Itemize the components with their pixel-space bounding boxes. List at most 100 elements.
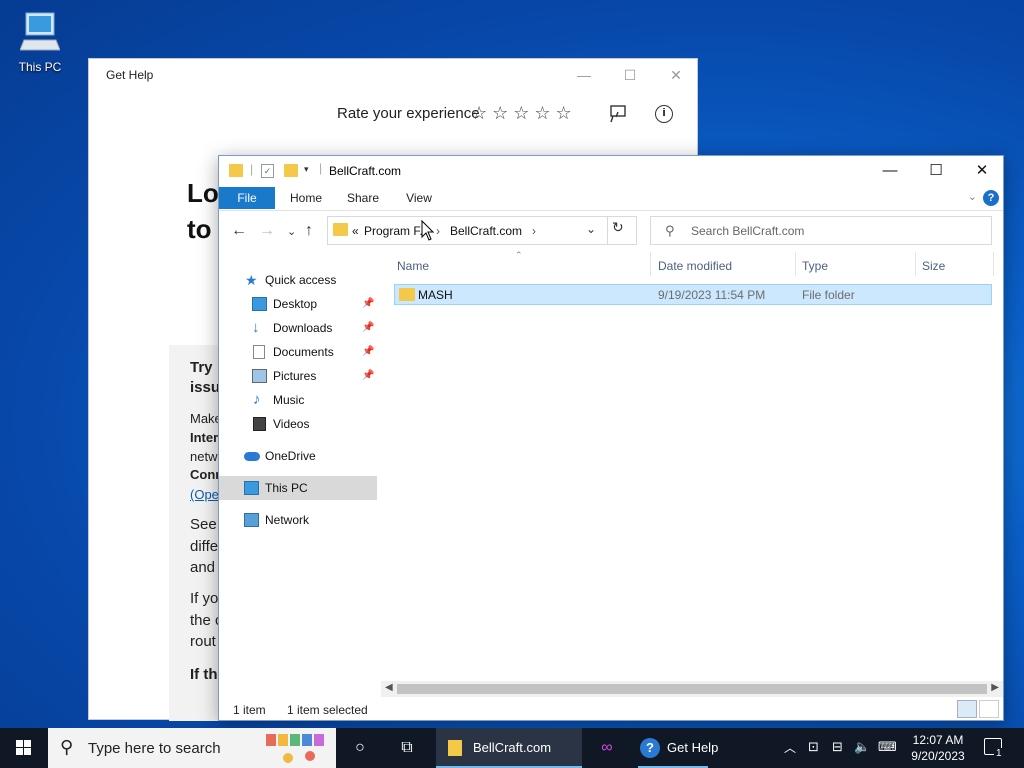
tab-file[interactable]: File <box>219 187 275 209</box>
pin-icon[interactable]: 📌 <box>362 340 374 364</box>
column-type[interactable]: Type <box>802 259 828 273</box>
chevron-down-icon[interactable]: ⌄ <box>586 222 596 236</box>
minimize-button[interactable]: — <box>867 156 913 186</box>
nav-videos[interactable]: Videos <box>219 412 377 436</box>
search-highlight-icon <box>266 734 324 763</box>
chevron-right-icon[interactable]: › <box>532 224 536 238</box>
folder-icon <box>448 740 462 756</box>
pin-icon[interactable]: 📌 <box>362 292 374 316</box>
horizontal-scrollbar[interactable]: ◀ ▶ <box>381 681 1003 697</box>
nav-music[interactable]: ♪ Music <box>219 388 377 412</box>
nav-documents[interactable]: Documents 📌 <box>219 340 377 364</box>
column-headers: ⌃ Name Date modified Type Size <box>389 250 995 280</box>
nav-label: Desktop <box>273 297 318 311</box>
scroll-right-icon[interactable]: ▶ <box>991 682 999 693</box>
desktop-icon-this-pc[interactable]: This PC <box>10 8 70 76</box>
close-button[interactable]: ✕ <box>653 59 699 91</box>
nav-network[interactable]: Network <box>219 508 377 532</box>
column-date-modified[interactable]: Date modified <box>658 259 732 273</box>
nav-pictures[interactable]: Pictures 📌 <box>219 364 377 388</box>
windows-start-icon[interactable] <box>0 728 48 768</box>
search-box[interactable]: ⚲ Search BellCraft.com <box>650 216 992 245</box>
cloud-icon <box>244 452 260 461</box>
clock-time: 12:07 AM <box>912 733 964 747</box>
title-bar[interactable]: | ✓ ▾ | BellCraft.com — ☐ ✕ <box>219 156 1003 186</box>
breadcrumb-item[interactable]: Program F... <box>364 224 429 238</box>
minimize-button[interactable]: — <box>561 59 607 91</box>
nav-onedrive[interactable]: OneDrive <box>219 444 377 468</box>
rating-stars[interactable]: ☆☆☆☆☆ <box>471 103 577 124</box>
card-title: Try <box>190 359 213 376</box>
nav-desktop[interactable]: Desktop 📌 <box>219 292 377 316</box>
taskbar-search[interactable]: ⚲ Type here to search <box>48 728 336 768</box>
column-divider[interactable] <box>795 252 796 276</box>
nav-downloads[interactable]: ↓ Downloads 📌 <box>219 316 377 340</box>
back-arrow-icon[interactable]: ← <box>231 222 247 240</box>
column-divider[interactable] <box>650 252 651 276</box>
network-status-icon[interactable]: ⊟ <box>832 739 843 755</box>
breadcrumb-item[interactable]: BellCraft.com <box>450 224 522 238</box>
pin-icon[interactable]: 📌 <box>362 364 374 388</box>
security-icon[interactable]: ⊡ <box>808 739 819 755</box>
volume-muted-icon[interactable]: 🔈 <box>854 739 870 755</box>
clock[interactable]: 12:07 AM 9/20/2023 <box>904 732 972 764</box>
network-icon <box>244 513 259 527</box>
expand-ribbon-icon[interactable]: ⌄ <box>968 190 977 203</box>
tab-share[interactable]: Share <box>341 187 385 209</box>
card-text: rout <box>190 633 216 650</box>
up-arrow-icon[interactable]: ↑ <box>305 222 313 240</box>
address-bar[interactable]: « Program F... › BellCraft.com › ⌄ <box>327 216 637 245</box>
chevron-right-icon[interactable]: › <box>436 224 440 238</box>
nav-label: Quick access <box>265 273 337 287</box>
nav-label: This PC <box>265 481 308 495</box>
folder-icon <box>333 223 348 236</box>
column-divider[interactable] <box>993 252 994 276</box>
status-bar: 1 item 1 item selected <box>219 698 1003 720</box>
taskbar-app-label: Get Help <box>667 740 719 755</box>
pin-icon[interactable]: 📌 <box>362 316 374 340</box>
keyboard-icon[interactable]: ⌨ <box>878 739 897 755</box>
info-icon[interactable]: i <box>655 105 673 123</box>
separator: | <box>250 162 254 176</box>
nav-this-pc[interactable]: This PC <box>219 476 377 500</box>
ribbon-tabs: File Home Share View ⌄ ? <box>219 187 1003 211</box>
column-divider[interactable] <box>915 252 916 276</box>
file-name: MASH <box>418 288 453 302</box>
computer-icon <box>19 12 61 51</box>
refresh-icon[interactable]: ↻ <box>612 219 624 236</box>
scrollbar-thumb[interactable] <box>397 684 987 694</box>
properties-icon[interactable]: ✓ <box>261 164 274 178</box>
details-view-icon[interactable] <box>957 700 977 718</box>
file-row[interactable]: MASH 9/19/2023 11:54 PM File folder <box>394 284 992 305</box>
forward-arrow-icon[interactable]: → <box>259 222 275 240</box>
recent-locations-icon[interactable]: ⌄ <box>287 225 296 238</box>
scroll-left-icon[interactable]: ◀ <box>385 682 393 693</box>
nav-quick-access[interactable]: ★ Quick access <box>219 268 377 292</box>
feedback-icon[interactable] <box>608 104 628 124</box>
card-text: netw <box>190 449 218 464</box>
tab-view[interactable]: View <box>397 187 441 209</box>
new-folder-icon[interactable] <box>284 164 298 177</box>
customize-qat-icon[interactable]: ▾ <box>304 164 309 175</box>
get-help-icon: ? <box>640 738 660 758</box>
taskbar-app-get-help[interactable]: ? Get Help <box>634 728 744 768</box>
open-link[interactable]: (Ope <box>190 485 219 504</box>
maximize-button[interactable]: ☐ <box>913 156 959 186</box>
maximize-button[interactable]: ☐ <box>607 59 653 91</box>
column-size[interactable]: Size <box>922 259 945 273</box>
chevron-up-icon[interactable]: ︿ <box>784 739 796 756</box>
search-input[interactable]: Search BellCraft.com <box>691 224 804 238</box>
close-button[interactable]: ✕ <box>959 156 1005 186</box>
system-tray: ︿ ⊡ ⊟ 🔈 ⌨ 12:07 AM 9/20/2023 1 <box>780 728 1024 768</box>
taskbar-app-explorer[interactable]: BellCraft.com <box>436 728 582 768</box>
breadcrumb-overflow[interactable]: « <box>352 224 359 238</box>
search-input[interactable]: Type here to search <box>88 740 221 757</box>
large-icons-view-icon[interactable] <box>979 700 999 718</box>
masked-app-icon[interactable]: ∞ <box>584 728 630 768</box>
cortana-icon[interactable]: ○ <box>337 728 383 768</box>
tab-home[interactable]: Home <box>283 187 329 209</box>
help-icon[interactable]: ? <box>983 190 999 206</box>
taskbar: ⚲ Type here to search ○ ⧉ BellCraft.com … <box>0 728 1024 768</box>
column-name[interactable]: Name <box>397 259 429 273</box>
task-view-icon[interactable]: ⧉ <box>384 728 430 768</box>
